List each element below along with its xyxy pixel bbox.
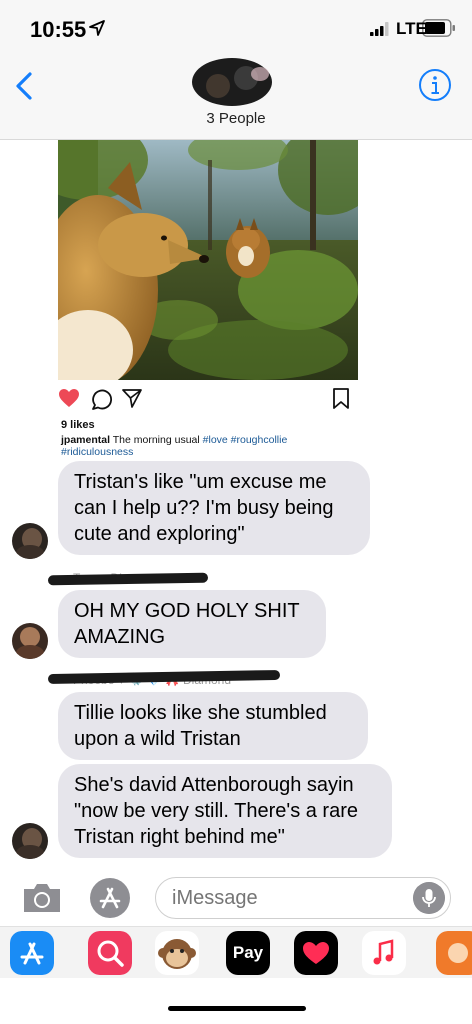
group-avatar-redacted[interactable] <box>188 56 274 108</box>
likes-count: 9 likes <box>61 419 95 431</box>
apple-pay-label: Pay <box>232 943 264 962</box>
battery-icon <box>422 19 455 37</box>
shared-photo-collies[interactable] <box>58 140 358 380</box>
post-caption: jpamental The morning usual #love #rough… <box>61 434 331 458</box>
partial-app-icon[interactable] <box>436 931 472 975</box>
web-search-icon[interactable] <box>88 931 132 975</box>
imessage-input[interactable] <box>155 877 451 919</box>
messages-screen: 10:55 LTE 3 People 9 likes jpamental The… <box>0 0 472 1024</box>
group-member-count[interactable]: 3 People <box>0 110 472 127</box>
avatar-photo-icon <box>12 623 48 659</box>
message-text: Tillie looks like she stumbled upon a wi… <box>74 702 327 750</box>
digital-touch-icon[interactable] <box>294 931 338 975</box>
message-bubble[interactable]: Tillie looks like she stumbled upon a wi… <box>58 692 368 760</box>
camera-icon[interactable] <box>20 880 64 916</box>
avatar[interactable] <box>12 523 48 559</box>
imessage-app-drawer: Pay <box>0 926 472 978</box>
back-chevron-icon[interactable] <box>10 66 40 106</box>
hashtag-ridiculousness[interactable]: #ridiculousness <box>61 446 133 458</box>
caption-username[interactable]: jpamental <box>61 434 110 446</box>
message-bubble[interactable]: She's david Attenborough sayin "now be v… <box>58 764 392 858</box>
send-icon[interactable] <box>122 388 142 408</box>
caption-text: The morning usual <box>112 434 200 446</box>
avatar[interactable] <box>12 823 48 859</box>
info-icon[interactable] <box>418 68 452 102</box>
post-actions <box>58 386 358 412</box>
compose-bar <box>0 872 472 926</box>
app-store-icon[interactable] <box>88 876 132 920</box>
location-arrow-icon <box>89 20 105 36</box>
redaction-mark <box>47 572 209 586</box>
hashtag-love[interactable]: #love <box>203 434 228 446</box>
message-bubble[interactable]: OH MY GOD HOLY SHIT AMAZING <box>58 590 326 658</box>
conversation-header: 3 People <box>0 56 472 140</box>
status-time: 10:55 <box>30 17 87 42</box>
microphone-icon[interactable] <box>413 882 445 914</box>
apple-pay-icon[interactable]: Pay <box>226 931 270 975</box>
hashtag-roughcollie[interactable]: #roughcollie <box>231 434 288 446</box>
app-store-icon[interactable] <box>10 931 54 975</box>
message-text: Tristan's like "um excuse me can I help … <box>74 471 334 545</box>
avatar-photo-icon <box>12 823 48 859</box>
heart-icon[interactable] <box>58 388 80 408</box>
avatar[interactable] <box>12 623 48 659</box>
home-indicator[interactable] <box>168 1006 306 1011</box>
music-icon[interactable] <box>362 931 406 975</box>
comment-icon[interactable] <box>91 388 113 410</box>
message-bubble[interactable]: Tristan's like "um excuse me can I help … <box>58 461 370 555</box>
status-bar: 10:55 LTE <box>0 0 472 56</box>
message-text: She's david Attenborough sayin "now be v… <box>74 774 358 848</box>
signal-strength-icon <box>370 22 389 36</box>
message-text: OH MY GOD HOLY SHIT AMAZING <box>74 600 300 648</box>
avatar-photo-icon <box>12 523 48 559</box>
bookmark-icon[interactable] <box>332 388 350 410</box>
monkey-emoji-icon[interactable] <box>155 931 199 975</box>
